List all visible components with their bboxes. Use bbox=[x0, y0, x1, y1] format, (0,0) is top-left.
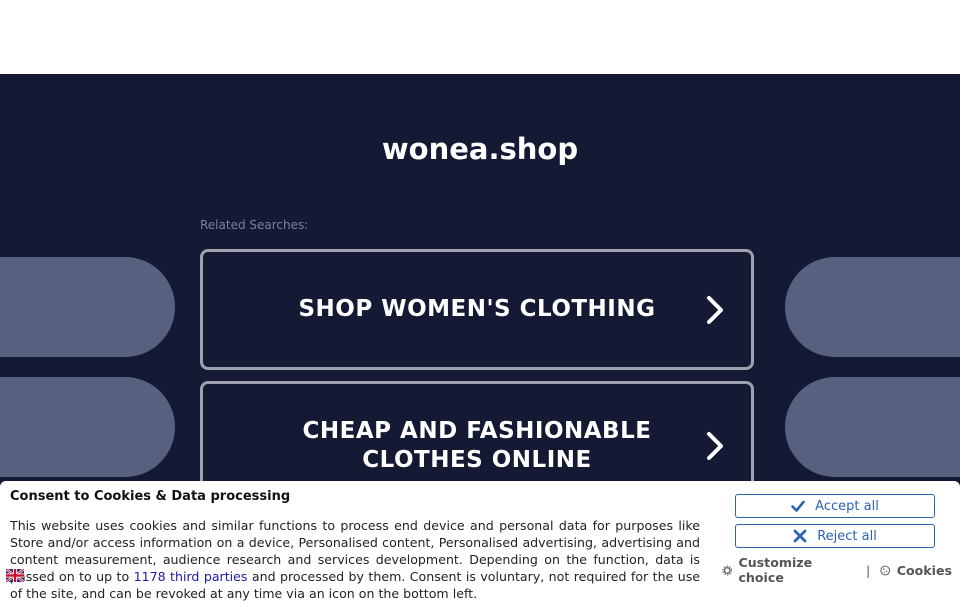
gear-icon bbox=[722, 565, 733, 575]
top-blank-area bbox=[0, 0, 960, 74]
cookie-icon bbox=[880, 565, 891, 575]
check-icon bbox=[791, 500, 805, 512]
cookies-link[interactable]: Cookies bbox=[897, 563, 952, 578]
chevron-right-icon bbox=[707, 295, 723, 324]
decorative-pill-left-1 bbox=[0, 257, 175, 357]
reject-all-button[interactable]: Reject all bbox=[735, 524, 935, 548]
close-icon bbox=[793, 529, 807, 543]
decorative-pill-right-2 bbox=[785, 377, 960, 477]
consent-links: Customize choice | Cookies bbox=[722, 555, 952, 585]
reject-all-label: Reject all bbox=[817, 528, 877, 544]
consent-title: Consent to Cookies & Data processing bbox=[10, 489, 291, 504]
accept-all-label: Accept all bbox=[815, 498, 879, 514]
third-parties-link[interactable]: 1178 third parties bbox=[134, 569, 248, 584]
customize-choice-link[interactable]: Customize choice bbox=[738, 555, 856, 585]
chevron-right-icon bbox=[707, 432, 723, 460]
decorative-pill-right-1 bbox=[785, 257, 960, 357]
accept-all-button[interactable]: Accept all bbox=[735, 494, 935, 518]
link-separator: | bbox=[866, 562, 871, 578]
search-link-shop-womens-clothing[interactable]: SHOP WOMEN'S CLOTHING bbox=[200, 249, 754, 370]
consent-text: This website uses cookies and similar fu… bbox=[10, 517, 700, 602]
related-searches-label: Related Searches: bbox=[200, 218, 309, 232]
decorative-pill-left-2 bbox=[0, 377, 175, 477]
search-link-label: CHEAP AND FASHIONABLE CLOTHES ONLINE bbox=[302, 418, 652, 473]
search-link-label: SHOP WOMEN'S CLOTHING bbox=[298, 296, 656, 322]
language-flag-icon[interactable] bbox=[6, 569, 24, 582]
cookie-consent-banner: Consent to Cookies & Data processing Thi… bbox=[0, 481, 960, 602]
domain-title: wonea.shop bbox=[381, 132, 579, 166]
